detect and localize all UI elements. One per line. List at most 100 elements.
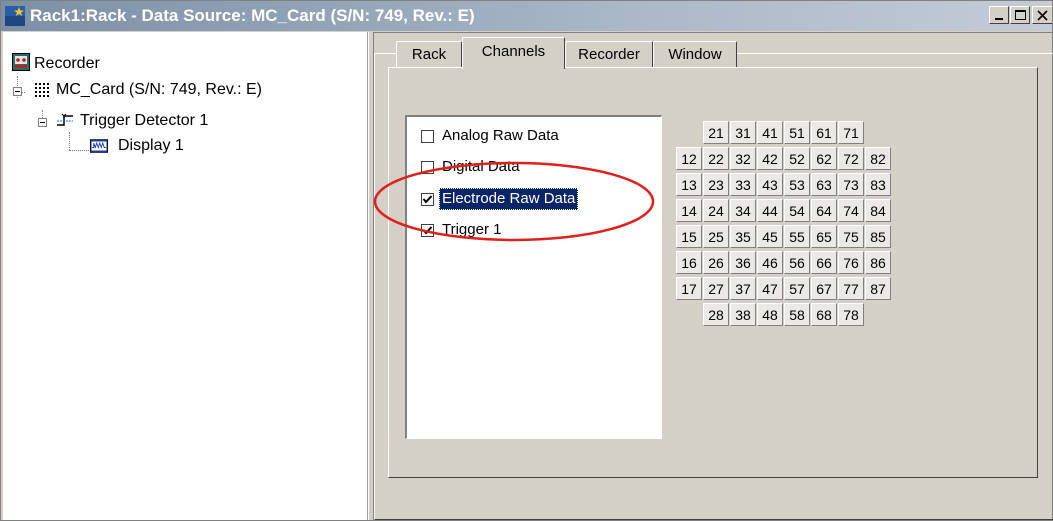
- channel-button[interactable]: 87: [865, 277, 891, 300]
- channel-button[interactable]: 22: [703, 147, 729, 170]
- channel-button[interactable]: 34: [730, 199, 756, 222]
- channel-button[interactable]: 61: [811, 121, 837, 144]
- channel-button[interactable]: 75: [838, 225, 864, 248]
- tab-channels[interactable]: Channels: [462, 37, 565, 69]
- channel-button[interactable]: 84: [865, 199, 891, 222]
- tree-item-label: Trigger Detector 1: [80, 112, 209, 129]
- tree-connector: [69, 150, 89, 151]
- channel-button[interactable]: 47: [757, 277, 783, 300]
- channel-button[interactable]: 54: [784, 199, 810, 222]
- channel-button[interactable]: 85: [865, 225, 891, 248]
- channel-button[interactable]: 67: [811, 277, 837, 300]
- checkbox[interactable]: [421, 130, 434, 143]
- display-icon: [90, 139, 108, 153]
- channel-button[interactable]: 17: [676, 277, 702, 300]
- channel-button[interactable]: 86: [865, 251, 891, 274]
- collapse-icon[interactable]: [38, 118, 47, 127]
- window-title: Rack1:Rack - Data Source: MC_Card (S/N: …: [30, 6, 475, 25]
- channel-button[interactable]: 13: [676, 173, 702, 196]
- channel-button[interactable]: 65: [811, 225, 837, 248]
- minimize-button[interactable]: [989, 6, 1009, 24]
- title-bar[interactable]: Rack1:Rack - Data Source: MC_Card (S/N: …: [1, 1, 1052, 31]
- channel-button[interactable]: 55: [784, 225, 810, 248]
- channel-button[interactable]: 76: [838, 251, 864, 274]
- stream-label: Electrode Raw Data: [439, 188, 579, 210]
- channel-button[interactable]: 57: [784, 277, 810, 300]
- channel-button[interactable]: 53: [784, 173, 810, 196]
- channel-button[interactable]: 45: [757, 225, 783, 248]
- channel-button[interactable]: 15: [676, 225, 702, 248]
- channel-button[interactable]: 46: [757, 251, 783, 274]
- channel-button[interactable]: 25: [703, 225, 729, 248]
- channel-button[interactable]: 73: [838, 173, 864, 196]
- channel-button[interactable]: 35: [730, 225, 756, 248]
- minimize-icon: [995, 18, 1003, 20]
- channel-button[interactable]: 28: [703, 303, 729, 326]
- channel-button[interactable]: 52: [784, 147, 810, 170]
- card-grid-icon: [34, 82, 50, 98]
- channel-button[interactable]: 14: [676, 199, 702, 222]
- channel-button[interactable]: 33: [730, 173, 756, 196]
- checkmark-icon: [422, 195, 433, 204]
- channel-button[interactable]: 82: [865, 147, 891, 170]
- channel-button[interactable]: 44: [757, 199, 783, 222]
- channel-button[interactable]: 24: [703, 199, 729, 222]
- channel-button[interactable]: 51: [784, 121, 810, 144]
- channel-button[interactable]: 78: [838, 303, 864, 326]
- channel-button[interactable]: 83: [865, 173, 891, 196]
- channel-button[interactable]: 48: [757, 303, 783, 326]
- close-button[interactable]: [1032, 6, 1052, 24]
- channel-button[interactable]: 23: [703, 173, 729, 196]
- app-window: Rack1:Rack - Data Source: MC_Card (S/N: …: [0, 0, 1053, 521]
- maximize-icon: [1015, 10, 1026, 20]
- channel-button[interactable]: 68: [811, 303, 837, 326]
- trigger-icon: [57, 113, 73, 126]
- channel-button[interactable]: 56: [784, 251, 810, 274]
- channel-button[interactable]: 71: [838, 121, 864, 144]
- collapse-icon[interactable]: [13, 87, 22, 96]
- channel-button[interactable]: 43: [757, 173, 783, 196]
- tab-recorder[interactable]: Recorder: [565, 41, 653, 67]
- channel-button[interactable]: 27: [703, 277, 729, 300]
- checkbox[interactable]: [421, 224, 434, 237]
- tab-label: Recorder: [578, 46, 640, 63]
- channel-button[interactable]: 21: [703, 121, 729, 144]
- tree-connector: [69, 132, 70, 150]
- channel-button[interactable]: 16: [676, 251, 702, 274]
- channel-button[interactable]: 77: [838, 277, 864, 300]
- recorder-icon: [12, 53, 30, 71]
- channel-button[interactable]: 31: [730, 121, 756, 144]
- stream-list[interactable]: Analog Raw Data Digital Data Electrode R…: [405, 115, 662, 439]
- tab-window[interactable]: Window: [653, 41, 737, 67]
- channel-button[interactable]: 74: [838, 199, 864, 222]
- channel-button[interactable]: 42: [757, 147, 783, 170]
- tree-item-label: MC_Card (S/N: 749, Rev.: E): [56, 81, 262, 98]
- channel-button[interactable]: 38: [730, 303, 756, 326]
- close-icon: [1037, 10, 1048, 21]
- maximize-button[interactable]: [1010, 6, 1030, 24]
- checkbox[interactable]: [421, 193, 434, 206]
- channel-button[interactable]: 26: [703, 251, 729, 274]
- tree-item-label: Recorder: [34, 55, 100, 72]
- checkmark-icon: [422, 226, 433, 235]
- channel-button[interactable]: 72: [838, 147, 864, 170]
- channel-button[interactable]: 41: [757, 121, 783, 144]
- tab-label: Rack: [411, 46, 447, 63]
- stream-label: Analog Raw Data: [442, 127, 559, 144]
- channel-button[interactable]: 36: [730, 251, 756, 274]
- tab-rack[interactable]: Rack: [396, 41, 462, 67]
- tab-label: Window: [668, 46, 722, 63]
- channel-button[interactable]: 63: [811, 173, 837, 196]
- channel-button[interactable]: 66: [811, 251, 837, 274]
- checkbox[interactable]: [421, 161, 434, 174]
- channel-button[interactable]: 37: [730, 277, 756, 300]
- channel-button[interactable]: 64: [811, 199, 837, 222]
- channel-button[interactable]: 58: [784, 303, 810, 326]
- tree-view[interactable]: Recorder MC_Card (S/N: 749, Rev.: E) Tri…: [3, 32, 368, 520]
- stream-label: Trigger 1: [442, 221, 502, 238]
- channel-button[interactable]: 32: [730, 147, 756, 170]
- stream-label: Digital Data: [442, 158, 520, 175]
- channel-button[interactable]: 12: [676, 147, 702, 170]
- tab-label: Channels: [481, 43, 546, 60]
- channel-button[interactable]: 62: [811, 147, 837, 170]
